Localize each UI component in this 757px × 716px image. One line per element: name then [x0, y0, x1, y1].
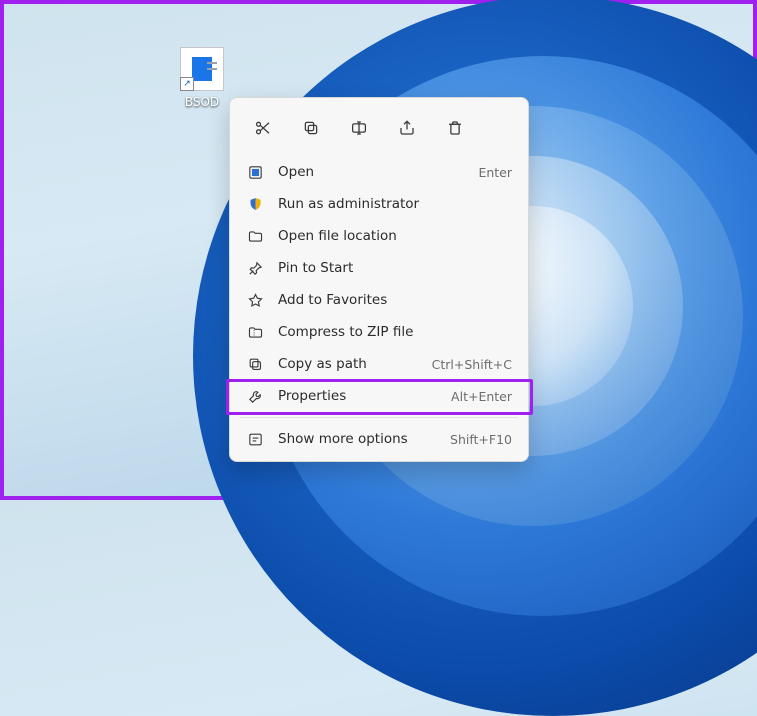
delete-button[interactable]	[436, 110, 474, 146]
menu-item-properties[interactable]: Properties Alt+Enter	[230, 380, 528, 412]
cut-button[interactable]	[244, 110, 282, 146]
menu-separator	[240, 417, 518, 418]
menu-label: Add to Favorites	[278, 292, 512, 308]
menu-item-open-file-location[interactable]: Open file location	[230, 220, 528, 252]
menu-label: Compress to ZIP file	[278, 324, 512, 340]
menu-shortcut: Alt+Enter	[451, 389, 512, 404]
folder-icon	[246, 227, 264, 245]
menu-label: Run as administrator	[278, 196, 512, 212]
menu-item-show-more-options[interactable]: Show more options Shift+F10	[230, 423, 528, 455]
rename-button[interactable]	[340, 110, 378, 146]
more-options-icon	[246, 430, 264, 448]
menu-shortcut: Enter	[478, 165, 512, 180]
menu-item-run-as-administrator[interactable]: Run as administrator	[230, 188, 528, 220]
copy-icon	[302, 119, 320, 137]
share-button[interactable]	[388, 110, 426, 146]
shortcut-file-icon: ↗	[180, 47, 224, 91]
open-icon	[246, 163, 264, 181]
menu-shortcut: Shift+F10	[450, 432, 512, 447]
shortcut-arrow-overlay: ↗	[180, 77, 194, 91]
menu-label: Copy as path	[278, 356, 418, 372]
scissors-icon	[254, 119, 272, 137]
menu-label: Open file location	[278, 228, 512, 244]
wrench-icon	[246, 387, 264, 405]
shortcut-label: BSOD	[185, 95, 219, 109]
menu-label: Open	[278, 164, 464, 180]
star-icon	[246, 291, 264, 309]
shield-icon	[246, 195, 264, 213]
menu-label: Pin to Start	[278, 260, 512, 276]
menu-item-copy-as-path[interactable]: Copy as path Ctrl+Shift+C	[230, 348, 528, 380]
rename-icon	[350, 119, 368, 137]
menu-item-open[interactable]: Open Enter	[230, 156, 528, 188]
context-menu: Open Enter Run as administrator Open fil…	[229, 97, 529, 462]
desktop-shortcut-bsod[interactable]: ↗ BSOD	[167, 47, 237, 109]
trash-icon	[446, 119, 464, 137]
copy-button[interactable]	[292, 110, 330, 146]
menu-item-add-to-favorites[interactable]: Add to Favorites	[230, 284, 528, 316]
menu-label: Properties	[278, 388, 437, 404]
copy-path-icon	[246, 355, 264, 373]
menu-shortcut: Ctrl+Shift+C	[432, 357, 512, 372]
menu-label: Show more options	[278, 431, 436, 447]
menu-item-pin-to-start[interactable]: Pin to Start	[230, 252, 528, 284]
quick-actions-row	[230, 104, 528, 156]
zip-icon	[246, 323, 264, 341]
menu-item-compress-to-zip[interactable]: Compress to ZIP file	[230, 316, 528, 348]
share-icon	[398, 119, 416, 137]
pin-icon	[246, 259, 264, 277]
